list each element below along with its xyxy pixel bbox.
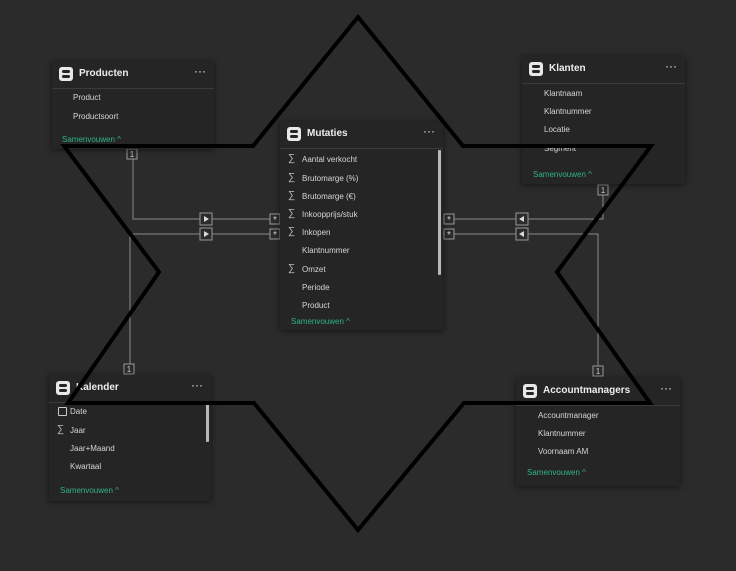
table-title: Klanten xyxy=(549,63,586,74)
more-options-icon[interactable]: ··· xyxy=(660,381,672,395)
field-item[interactable]: Aantal verkocht xyxy=(302,154,357,166)
field-item[interactable]: Date xyxy=(70,406,87,418)
table-title: Kalender xyxy=(76,382,119,393)
cardinality-label: 1 xyxy=(601,186,606,195)
sigma-icon: ∑ xyxy=(57,424,65,435)
collapse-link[interactable]: Samenvouwen ^ xyxy=(533,170,592,179)
scrollbar[interactable] xyxy=(206,404,209,442)
field-item[interactable]: Klantnummer xyxy=(302,245,350,257)
cardinality-label: 1 xyxy=(127,365,132,374)
table-title: Accountmanagers xyxy=(543,385,631,396)
cardinality-label: * xyxy=(447,230,451,241)
table-title: Producten xyxy=(79,68,129,79)
scrollbar[interactable] xyxy=(438,150,441,275)
cardinality-label: * xyxy=(447,215,451,226)
field-item[interactable]: Inkoopprijs/stuk xyxy=(302,209,358,221)
more-options-icon[interactable]: ··· xyxy=(665,59,677,73)
field-item[interactable]: Locatie xyxy=(544,124,570,136)
field-item[interactable]: Brutomarge (€) xyxy=(302,191,356,203)
table-icon xyxy=(287,127,301,141)
field-item[interactable]: Product xyxy=(302,300,330,312)
sigma-icon: ∑ xyxy=(288,172,296,183)
field-item[interactable]: Kwartaal xyxy=(70,461,101,473)
collapse-link[interactable]: Samenvouwen ^ xyxy=(527,468,586,477)
more-options-icon[interactable]: ··· xyxy=(194,64,206,78)
field-item[interactable]: Jaar xyxy=(70,425,86,437)
relationship-accountmanagers-mutaties[interactable] xyxy=(442,233,599,370)
more-options-icon[interactable]: ··· xyxy=(191,378,203,392)
field-item[interactable]: Periode xyxy=(302,282,330,294)
table-card-accountmanagers[interactable]: Accountmanagers ··· Accountmanager Klant… xyxy=(516,378,680,486)
sigma-icon: ∑ xyxy=(288,153,296,164)
table-card-kalender[interactable]: Kalender ··· Date ∑ Jaar Jaar+Maand Kwar… xyxy=(49,375,211,501)
field-item[interactable]: Klantnaam xyxy=(544,88,582,100)
field-item[interactable]: Inkopen xyxy=(302,227,330,239)
card-header[interactable]: Kalender ··· xyxy=(49,375,211,403)
field-item[interactable]: Voornaam AM xyxy=(538,446,588,458)
cardinality-label: * xyxy=(273,215,277,226)
sigma-icon: ∑ xyxy=(288,190,296,201)
cardinality-label: 1 xyxy=(130,150,135,159)
sigma-icon: ∑ xyxy=(288,208,296,219)
cardinality-label: * xyxy=(273,230,277,241)
card-header[interactable]: Klanten ··· xyxy=(522,56,685,84)
relationship-producten-mutaties[interactable] xyxy=(132,151,282,220)
table-card-producten[interactable]: Producten ··· Product Productsoort Samen… xyxy=(52,61,214,149)
field-item[interactable]: Omzet xyxy=(302,264,326,276)
more-options-icon[interactable]: ··· xyxy=(423,124,435,138)
field-item[interactable]: Accountmanager xyxy=(538,410,598,422)
collapse-link[interactable]: Samenvouwen ^ xyxy=(62,135,121,144)
table-icon xyxy=(523,384,537,398)
model-canvas[interactable]: 1 1 1 1 * * * * Producten ··· Product Pr… xyxy=(0,0,736,571)
table-card-mutaties[interactable]: Mutaties ··· ∑ Aantal verkocht ∑ Brutoma… xyxy=(280,121,443,330)
sigma-icon: ∑ xyxy=(288,226,296,237)
table-title: Mutaties xyxy=(307,128,348,139)
table-icon xyxy=(529,62,543,76)
field-item[interactable]: Productsoort xyxy=(73,111,118,123)
card-header[interactable]: Accountmanagers ··· xyxy=(516,378,680,406)
collapse-link[interactable]: Samenvouwen ^ xyxy=(60,486,119,495)
calendar-icon xyxy=(58,407,67,416)
card-header[interactable]: Producten ··· xyxy=(52,61,214,89)
collapse-link[interactable]: Samenvouwen ^ xyxy=(291,317,350,326)
field-item[interactable]: Klantnummer xyxy=(538,428,586,440)
field-item[interactable]: Jaar+Maand xyxy=(70,443,115,455)
relationship-kalender-mutaties[interactable] xyxy=(129,233,282,370)
table-icon xyxy=(56,381,70,395)
field-item[interactable]: Segment xyxy=(544,143,576,155)
sigma-icon: ∑ xyxy=(288,263,296,274)
cardinality-label: 1 xyxy=(596,367,601,376)
table-card-klanten[interactable]: Klanten ··· Klantnaam Klantnummer Locati… xyxy=(522,56,685,184)
field-item[interactable]: Brutomarge (%) xyxy=(302,173,358,185)
field-item[interactable]: Klantnummer xyxy=(544,106,592,118)
table-icon xyxy=(59,67,73,81)
field-item[interactable]: Product xyxy=(73,92,101,104)
card-header[interactable]: Mutaties ··· xyxy=(280,121,443,149)
